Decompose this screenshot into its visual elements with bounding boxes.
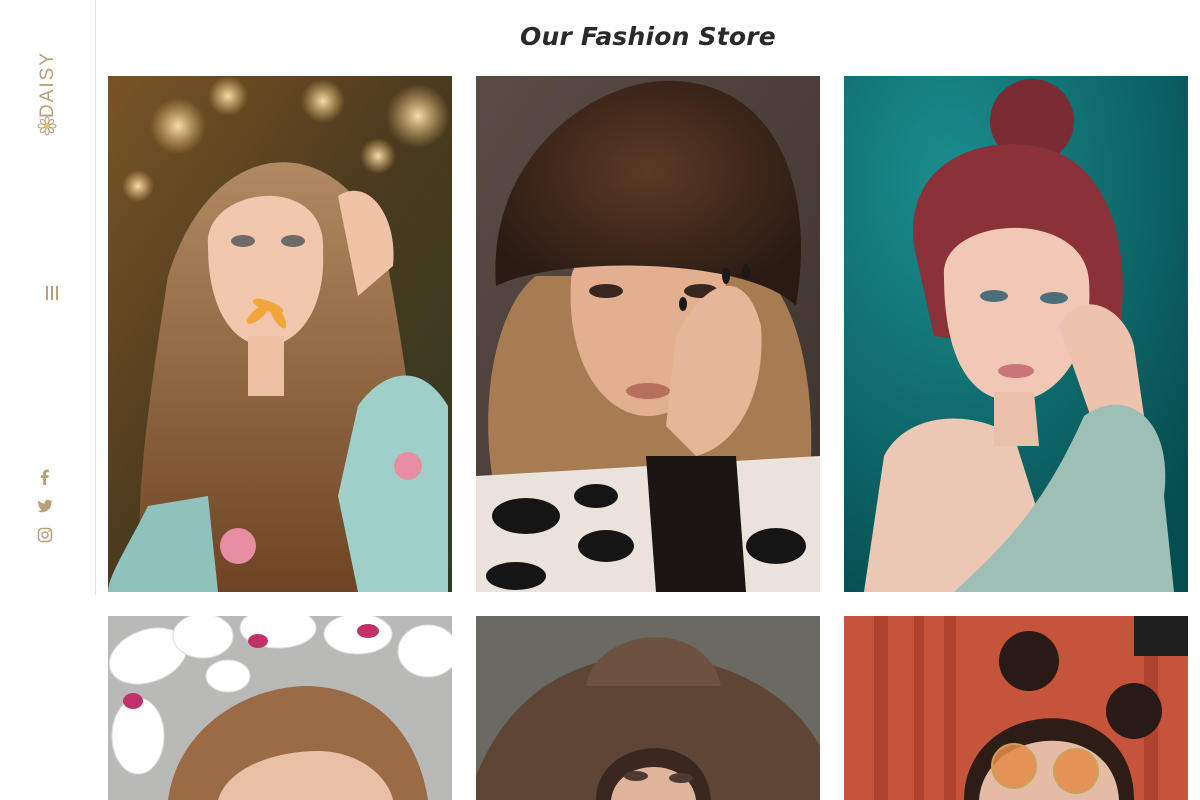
photo-image: [476, 76, 820, 592]
gallery-photo[interactable]: [476, 616, 820, 800]
gallery-photo[interactable]: [108, 616, 452, 800]
photo-image: [108, 76, 452, 592]
photo-gallery: [0, 0, 1200, 800]
photo-image: [108, 616, 452, 800]
photo-image: [844, 76, 1188, 592]
gallery-photo[interactable]: [844, 76, 1188, 592]
gallery-photo[interactable]: [108, 76, 452, 592]
gallery-photo[interactable]: [476, 76, 820, 592]
photo-image: [476, 616, 820, 800]
gallery-photo[interactable]: [844, 616, 1188, 800]
photo-image: [844, 616, 1188, 800]
